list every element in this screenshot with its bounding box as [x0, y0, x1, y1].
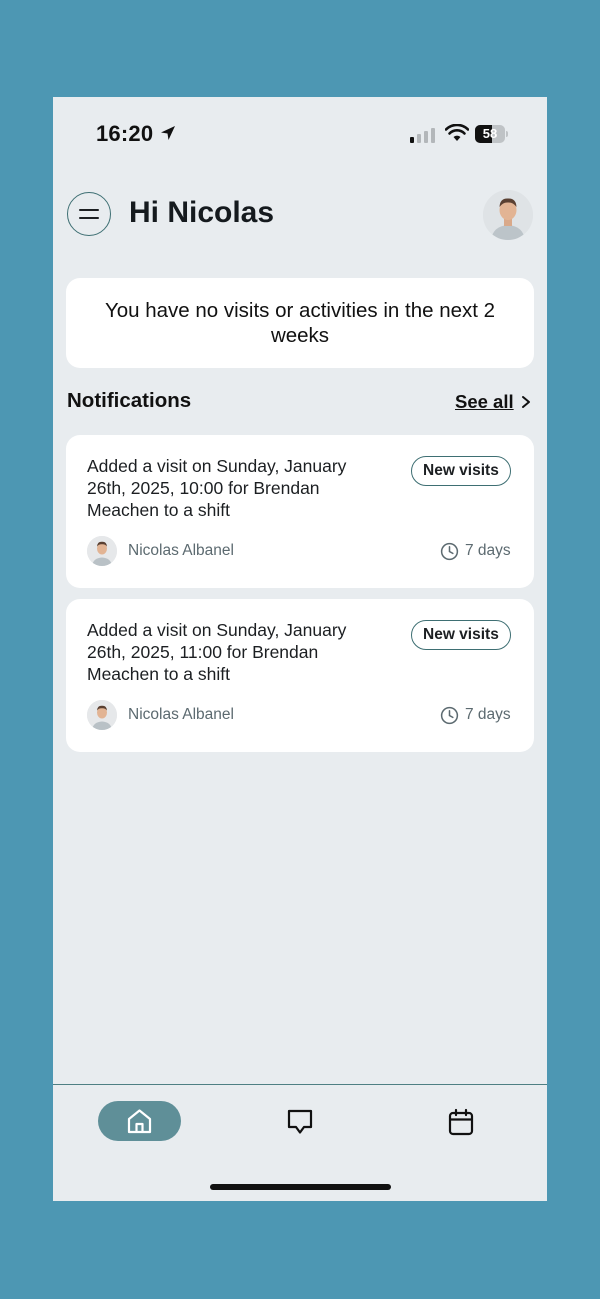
- profile-photo-icon: [87, 536, 117, 566]
- battery-icon: 58: [475, 125, 508, 143]
- see-all-link[interactable]: See all: [455, 391, 532, 413]
- home-indicator: [210, 1184, 391, 1190]
- clock-icon: [440, 706, 459, 725]
- battery-level: 58: [482, 126, 498, 141]
- phone-screen: 16:20 58 Hi Nicolas You have no visits o…: [53, 97, 547, 1201]
- clock-icon: [440, 542, 459, 561]
- notification-age: 7 days: [465, 542, 511, 559]
- notification-age: 7 days: [465, 706, 511, 723]
- menu-button[interactable]: [67, 192, 111, 236]
- nav-home-button[interactable]: [98, 1101, 181, 1141]
- chat-bubble-icon[interactable]: [285, 1107, 315, 1137]
- hamburger-menu-icon: [79, 209, 99, 219]
- notification-badge: New visits: [411, 456, 511, 486]
- status-bar: 16:20 58: [53, 97, 547, 173]
- cellular-signal-icon: [410, 128, 435, 143]
- chevron-right-icon: [521, 396, 530, 408]
- empty-state-message: You have no visits or activities in the …: [104, 299, 496, 347]
- notification-badge: New visits: [411, 620, 511, 650]
- see-all-label: See all: [455, 391, 514, 412]
- author-avatar: [87, 700, 117, 730]
- location-arrow-icon: [161, 126, 175, 140]
- notifications-heading: Notifications: [67, 389, 192, 412]
- notification-author: Nicolas Albanel: [128, 706, 234, 723]
- calendar-icon[interactable]: [446, 1107, 476, 1137]
- notification-text: Added a visit on Sunday, January 26th, 2…: [87, 620, 347, 684]
- notification-card[interactable]: Added a visit on Sunday, January 26th, 2…: [66, 435, 534, 588]
- empty-state-card: You have no visits or activities in the …: [66, 278, 534, 368]
- author-avatar: [87, 536, 117, 566]
- notification-author: Nicolas Albanel: [128, 542, 234, 559]
- home-icon: [127, 1109, 152, 1134]
- status-time: 16:20: [96, 121, 154, 146]
- profile-photo-icon: [483, 190, 533, 240]
- notification-card[interactable]: Added a visit on Sunday, January 26th, 2…: [66, 599, 534, 752]
- notification-text: Added a visit on Sunday, January 26th, 2…: [87, 456, 347, 520]
- wifi-icon: [445, 124, 469, 141]
- page-title: Hi Nicolas: [129, 196, 275, 229]
- user-avatar[interactable]: [483, 190, 533, 240]
- profile-photo-icon: [87, 700, 117, 730]
